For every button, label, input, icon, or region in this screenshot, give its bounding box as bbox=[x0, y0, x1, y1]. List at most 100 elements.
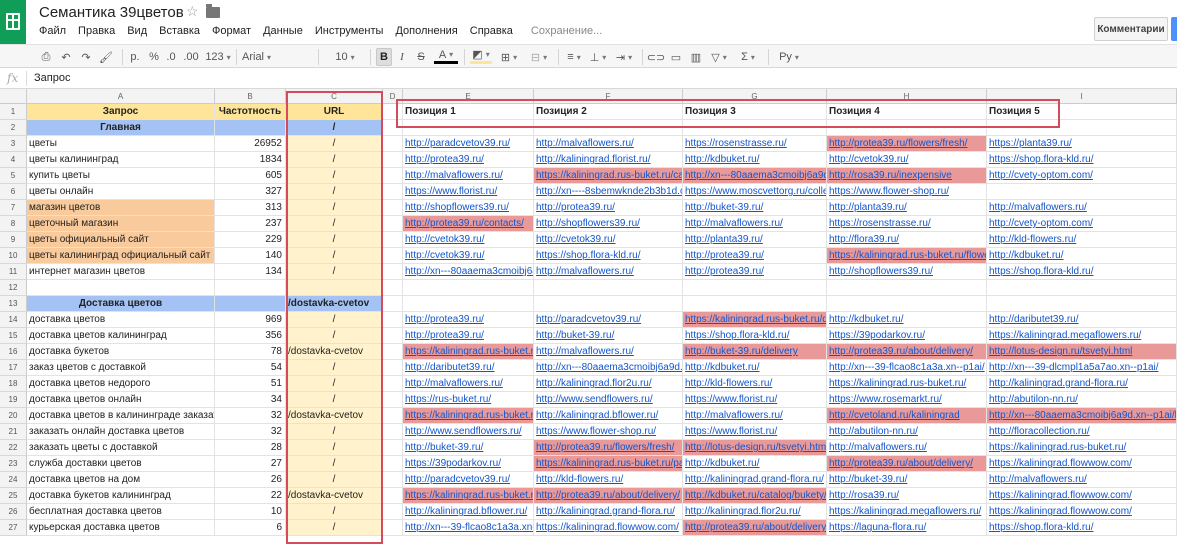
result-link-cell[interactable]: http://rosa39.ru/ bbox=[827, 488, 987, 504]
header-query[interactable]: Запрос bbox=[27, 104, 215, 120]
text-wrap-icon[interactable]: ⇥ bbox=[612, 48, 636, 66]
functions-icon[interactable]: Σ bbox=[736, 48, 760, 66]
header-frequency[interactable]: Частотность bbox=[215, 104, 286, 120]
result-link-cell[interactable]: http://kdbuket.ru/ bbox=[683, 152, 827, 168]
menu-addons[interactable]: Дополнения bbox=[395, 25, 457, 37]
result-link-cell[interactable]: http://protea39.ru/ bbox=[683, 264, 827, 280]
url-cell[interactable]: / bbox=[286, 504, 383, 520]
strikethrough-icon[interactable]: S bbox=[414, 48, 428, 66]
result-link-cell[interactable]: http://xn---39-flcao8c1a3a.xn--p1ai/ bbox=[827, 360, 987, 376]
query-cell[interactable]: цветы калининград bbox=[27, 152, 215, 168]
frequency-cell[interactable]: 6 bbox=[215, 520, 286, 536]
column-header-e[interactable]: E bbox=[403, 89, 534, 104]
result-link-cell[interactable]: https://kaliningrad.megaflowers.ru/ bbox=[987, 328, 1177, 344]
row-header[interactable]: 8 bbox=[0, 216, 27, 232]
percent-format-button[interactable]: % bbox=[148, 48, 160, 66]
row-header[interactable]: 1 bbox=[0, 104, 27, 120]
decrease-decimal-button[interactable]: .0 bbox=[164, 48, 178, 66]
result-link-cell[interactable]: https://shop.flora-kld.ru/ bbox=[534, 248, 683, 264]
frequency-cell[interactable]: 54 bbox=[215, 360, 286, 376]
result-link-cell[interactable]: http://buket-39.ru/ bbox=[403, 440, 534, 456]
cell[interactable] bbox=[383, 152, 403, 168]
result-link-cell[interactable]: https://www.flower-shop.ru/ bbox=[827, 184, 987, 200]
header-position-4[interactable]: Позиция 4 bbox=[827, 104, 987, 120]
result-link-cell[interactable]: http://kaliningrad.bflower.ru/ bbox=[534, 408, 683, 424]
cell[interactable] bbox=[383, 504, 403, 520]
result-link-cell[interactable]: http://cvetok39.ru/ bbox=[403, 248, 534, 264]
result-link-cell[interactable]: http://paradcvetov39.ru/ bbox=[534, 312, 683, 328]
frequency-cell[interactable]: 22 bbox=[215, 488, 286, 504]
result-link-cell[interactable]: http://xn---80aaema3cmoibj6a9d.x bbox=[683, 168, 827, 184]
result-link-cell[interactable]: http://daributet39.ru/ bbox=[403, 360, 534, 376]
result-link-cell[interactable]: http://buket-39.ru/ bbox=[534, 328, 683, 344]
url-cell[interactable]: / bbox=[286, 232, 383, 248]
vertical-align-icon[interactable]: ⊥ bbox=[588, 48, 608, 66]
url-cell[interactable]: /dostavka-cvetov bbox=[286, 296, 383, 312]
result-link-cell[interactable]: http://lotus-design.ru/tsvetyi.html bbox=[683, 440, 827, 456]
url-cell[interactable]: / bbox=[286, 184, 383, 200]
result-link-cell[interactable]: http://protea39.ru/about/delivery/ bbox=[534, 488, 683, 504]
url-cell[interactable]: / bbox=[286, 328, 383, 344]
result-link-cell[interactable]: http://daributet39.ru/ bbox=[987, 312, 1177, 328]
cell[interactable] bbox=[383, 184, 403, 200]
result-link-cell[interactable]: https://kaliningrad.flowwow.com/ bbox=[987, 504, 1177, 520]
cell[interactable] bbox=[383, 440, 403, 456]
url-cell[interactable]: / bbox=[286, 472, 383, 488]
result-link-cell[interactable]: http://cvetok39.ru/ bbox=[827, 152, 987, 168]
comments-button[interactable]: Комментарии bbox=[1094, 17, 1168, 41]
result-link-cell[interactable]: http://cvety-optom.com/ bbox=[987, 168, 1177, 184]
frequency-cell[interactable]: 32 bbox=[215, 408, 286, 424]
menu-tools[interactable]: Инструменты bbox=[315, 25, 384, 37]
url-cell[interactable]: / bbox=[286, 360, 383, 376]
cell[interactable] bbox=[383, 104, 403, 120]
result-link-cell[interactable]: https://kaliningrad.rus-buket.r bbox=[403, 408, 534, 424]
cell[interactable] bbox=[683, 280, 827, 296]
result-link-cell[interactable]: http://shopflowers39.ru/ bbox=[827, 264, 987, 280]
cell[interactable] bbox=[383, 488, 403, 504]
result-link-cell[interactable]: http://buket-39.ru/ bbox=[683, 200, 827, 216]
query-cell[interactable]: доставка цветов калининград bbox=[27, 328, 215, 344]
row-header[interactable]: 24 bbox=[0, 472, 27, 488]
borders-icon[interactable]: ⊞ bbox=[498, 48, 520, 66]
result-link-cell[interactable]: http://shopflowers39.ru/ bbox=[403, 200, 534, 216]
url-cell[interactable]: / bbox=[286, 520, 383, 536]
query-cell[interactable]: интернет магазин цветов bbox=[27, 264, 215, 280]
frequency-cell[interactable]: 10 bbox=[215, 504, 286, 520]
url-cell[interactable]: / bbox=[286, 136, 383, 152]
row-header[interactable]: 2 bbox=[0, 120, 27, 136]
result-link-cell[interactable]: http://protea39.ru/flowers/fresh/ bbox=[827, 136, 987, 152]
menu-view[interactable]: Вид bbox=[127, 25, 147, 37]
query-cell[interactable]: магазин цветов bbox=[27, 200, 215, 216]
column-header-c[interactable]: C bbox=[286, 89, 383, 104]
result-link-cell[interactable]: https://kaliningrad.flowwow.com/ bbox=[987, 488, 1177, 504]
frequency-cell[interactable] bbox=[215, 296, 286, 312]
query-cell[interactable]: доставка цветов на дом bbox=[27, 472, 215, 488]
frequency-cell[interactable]: 32 bbox=[215, 424, 286, 440]
formula-input[interactable]: Запрос bbox=[34, 72, 70, 84]
cell[interactable] bbox=[683, 296, 827, 312]
frequency-cell[interactable]: 327 bbox=[215, 184, 286, 200]
header-position-5[interactable]: Позиция 5 bbox=[987, 104, 1177, 120]
cell[interactable] bbox=[383, 408, 403, 424]
result-link-cell[interactable]: https://kaliningrad.flowwow.com/ bbox=[534, 520, 683, 536]
share-button[interactable] bbox=[1171, 17, 1177, 41]
query-cell[interactable]: Главная bbox=[27, 120, 215, 136]
frequency-cell[interactable]: 969 bbox=[215, 312, 286, 328]
result-link-cell[interactable]: https://kaliningrad.rus-buket.r bbox=[403, 344, 534, 360]
frequency-cell[interactable]: 34 bbox=[215, 392, 286, 408]
result-link-cell[interactable]: http://kdbuket.ru/catalog/bukety/ bbox=[683, 488, 827, 504]
result-link-cell[interactable]: http://cvetok39.ru/ bbox=[403, 232, 534, 248]
result-link-cell[interactable]: http://cvetok39.ru/ bbox=[534, 232, 683, 248]
row-header[interactable]: 10 bbox=[0, 248, 27, 264]
result-link-cell[interactable]: http://buket-39.ru/ bbox=[827, 472, 987, 488]
query-cell[interactable]: купить цветы bbox=[27, 168, 215, 184]
frequency-cell[interactable]: 1834 bbox=[215, 152, 286, 168]
url-cell[interactable]: / bbox=[286, 376, 383, 392]
frequency-cell[interactable]: 605 bbox=[215, 168, 286, 184]
cell[interactable] bbox=[403, 120, 534, 136]
url-cell[interactable]: / bbox=[286, 120, 383, 136]
column-header-d[interactable]: D bbox=[383, 89, 403, 104]
result-link-cell[interactable]: http://rosa39.ru/inexpensive bbox=[827, 168, 987, 184]
result-link-cell[interactable]: http://protea39.ru/ bbox=[403, 312, 534, 328]
row-header[interactable]: 11 bbox=[0, 264, 27, 280]
